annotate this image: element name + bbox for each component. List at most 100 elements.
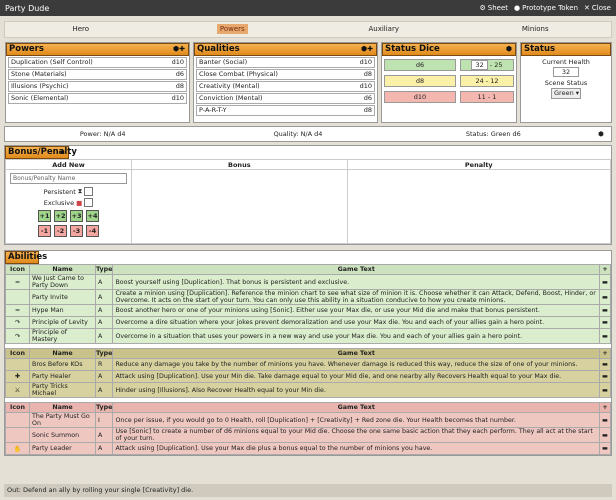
comment-icon[interactable]: ▬	[599, 382, 611, 398]
table-row[interactable]: Bros Before KOs R Reduce any damage you ta…	[5, 358, 611, 371]
tab-auxiliary[interactable]: Auxiliary	[308, 22, 460, 37]
sheet-button[interactable]: ⚙ Sheet	[479, 4, 508, 12]
bonus-penalty-name-input[interactable]: Bonus/Penalty Name	[10, 173, 127, 184]
bonus-list	[131, 169, 348, 244]
penalty-list	[346, 169, 612, 244]
quality-row[interactable]: P-A-R-T-Y d8	[196, 105, 375, 116]
table-row[interactable]: ↷ Principle of Levity A Overcome a dire sit…	[5, 316, 611, 329]
roll-summary: Power: N/A d4 Quality: N/A d4 Status: Gr…	[4, 126, 612, 142]
add-ability-button[interactable]: +	[599, 264, 611, 275]
dice-add-icon[interactable]: ⬢✚	[361, 44, 373, 55]
table-row[interactable]: ✚ Party Healer A Attack using [Duplication]…	[5, 370, 611, 383]
boost-icon: ≈	[5, 274, 30, 290]
green-min-input[interactable]: 32	[471, 60, 488, 70]
green-range: 32 - 25	[459, 59, 514, 71]
comment-icon[interactable]: ▬	[599, 328, 611, 344]
gear-icon: ⚙	[479, 4, 486, 12]
table-row[interactable]: Sonic Summon A Use [Sonic] to create a num…	[5, 427, 611, 443]
table-row[interactable]: ⚔ Party Tricks Michael A Hinder using [Illu…	[5, 382, 611, 398]
prototype-token-button[interactable]: ● Prototype Token	[514, 4, 578, 12]
current-health-label: Current Health	[542, 58, 590, 66]
title-bar: Party Dude ⚙ Sheet ● Prototype Token ✕ Clos…	[0, 0, 616, 16]
comment-icon[interactable]: ▬	[599, 274, 611, 290]
quality-row[interactable]: Creativity (Mental) d10	[196, 81, 375, 92]
persistent-checkbox[interactable]	[84, 187, 94, 196]
power-summary: Power: N/A d4	[79, 130, 126, 138]
plus-1-button[interactable]: +1	[38, 210, 51, 222]
user-icon: ●	[514, 4, 521, 12]
powers-header: Powers ⬢✚	[6, 43, 189, 56]
status-summary: Status: Green d6	[465, 130, 521, 138]
yellow-die-select[interactable]: d8	[384, 75, 456, 87]
yellow-range: 24 - 12	[459, 75, 514, 87]
add-new-header: Add New	[5, 159, 132, 170]
current-health-input[interactable]: 32	[553, 67, 579, 77]
lock-icon: ■	[76, 198, 83, 207]
exclusive-checkbox[interactable]	[84, 198, 94, 207]
close-icon: ✕	[584, 4, 590, 12]
comment-icon[interactable]: ▬	[599, 316, 611, 329]
abilities-panel: Abilities Icon Name Type Game Text + ≈ We Jus…	[4, 250, 612, 456]
quality-row[interactable]: Banter (Social) d10	[196, 57, 375, 68]
quality-row[interactable]: Conviction (Mental) d6	[196, 93, 375, 104]
minus-3-button[interactable]: -3	[70, 225, 83, 237]
close-button[interactable]: ✕ Close	[584, 4, 611, 12]
tab-powers[interactable]: Powers	[157, 22, 309, 37]
window-title: Party Dude	[5, 3, 50, 13]
dice-add-icon[interactable]: ⬢✚	[173, 44, 185, 55]
tab-hero[interactable]: Hero	[5, 22, 157, 37]
comment-icon[interactable]: ▬	[599, 370, 611, 383]
bonus-penalty-header: Bonus/Penalty ▪	[5, 146, 77, 159]
plus-4-button[interactable]: +4	[86, 210, 99, 222]
exclusive-label: Exclusive	[43, 198, 75, 207]
status-dice-header: Status Dice ⬢	[382, 43, 516, 56]
green-die-select[interactable]: d6	[384, 59, 456, 71]
table-row[interactable]: ≈ Hype Man A Boost another hero or one of y…	[5, 304, 611, 317]
table-row[interactable]: ✋ Party Leader A Attack using [Duplication]…	[5, 442, 611, 455]
table-row[interactable]: ↷ Principle of Mastery A Overcome in a situ…	[5, 328, 611, 344]
minus-4-button[interactable]: -4	[86, 225, 99, 237]
tab-minions[interactable]: Minions	[460, 22, 612, 37]
overcome-icon: ↷	[5, 328, 30, 344]
comment-icon[interactable]: ▬	[599, 412, 611, 428]
table-row[interactable]: The Party Must Go On I Once per issue, if …	[5, 412, 611, 428]
attack-icon: ✋	[5, 442, 30, 455]
add-ability-button[interactable]: +	[599, 348, 611, 359]
roll-dice-icon[interactable]: ⬢	[591, 130, 611, 138]
plus-3-button[interactable]: +3	[70, 210, 83, 222]
dice-icon[interactable]: ▪	[60, 147, 65, 158]
red-die-select[interactable]: d10	[384, 91, 456, 103]
scene-status-select[interactable]: Green ▾	[551, 88, 581, 99]
add-ability-button[interactable]: +	[599, 402, 611, 413]
red-range: 11 - 1	[459, 91, 514, 103]
power-row[interactable]: Illusions (Psychic) d8	[8, 81, 187, 92]
tab-bar: Hero Powers Auxiliary Minions	[4, 21, 612, 38]
comment-icon[interactable]: ▬	[599, 358, 611, 371]
heal-icon: ✚	[5, 370, 30, 383]
comment-icon[interactable]: ▬	[599, 289, 611, 305]
qualities-header: Qualities ⬢✚	[194, 43, 377, 56]
quality-summary: Quality: N/A d4	[273, 130, 323, 138]
comment-icon[interactable]: ▬	[599, 442, 611, 455]
scene-status-label: Scene Status	[544, 79, 588, 87]
out-ability: Out: Defend an ally by rolling your sing…	[4, 484, 612, 497]
hinder-icon: ⚔	[5, 382, 30, 398]
penalty-header: Penalty	[346, 159, 612, 170]
power-row[interactable]: Sonic (Elemental) d10	[8, 93, 187, 104]
comment-icon[interactable]: ▬	[599, 427, 611, 443]
quality-row[interactable]: Close Combat (Physical) d8	[196, 69, 375, 80]
qualities-panel: Qualities ⬢✚ Banter (Social) d10 Close Com…	[193, 42, 378, 123]
status-panel: Status Current Health 32 Scene Status Gr…	[520, 42, 612, 123]
minus-1-button[interactable]: -1	[38, 225, 51, 237]
dice-icon[interactable]: ⬢	[506, 44, 512, 55]
table-row[interactable]: Party Invite A Create a minion using [Dupl…	[5, 289, 611, 305]
plus-2-button[interactable]: +2	[54, 210, 67, 222]
power-row[interactable]: Stone (Materials) d6	[8, 69, 187, 80]
bonus-header: Bonus	[131, 159, 348, 170]
powers-panel: Powers ⬢✚ Duplication (Self Control) d10 S…	[5, 42, 190, 123]
table-row[interactable]: ≈ We Just Came to Party Down A Boost yourse…	[5, 274, 611, 290]
comment-icon[interactable]: ▬	[599, 304, 611, 317]
status-header: Status	[521, 43, 611, 56]
minus-2-button[interactable]: -2	[54, 225, 67, 237]
power-row[interactable]: Duplication (Self Control) d10	[8, 57, 187, 68]
